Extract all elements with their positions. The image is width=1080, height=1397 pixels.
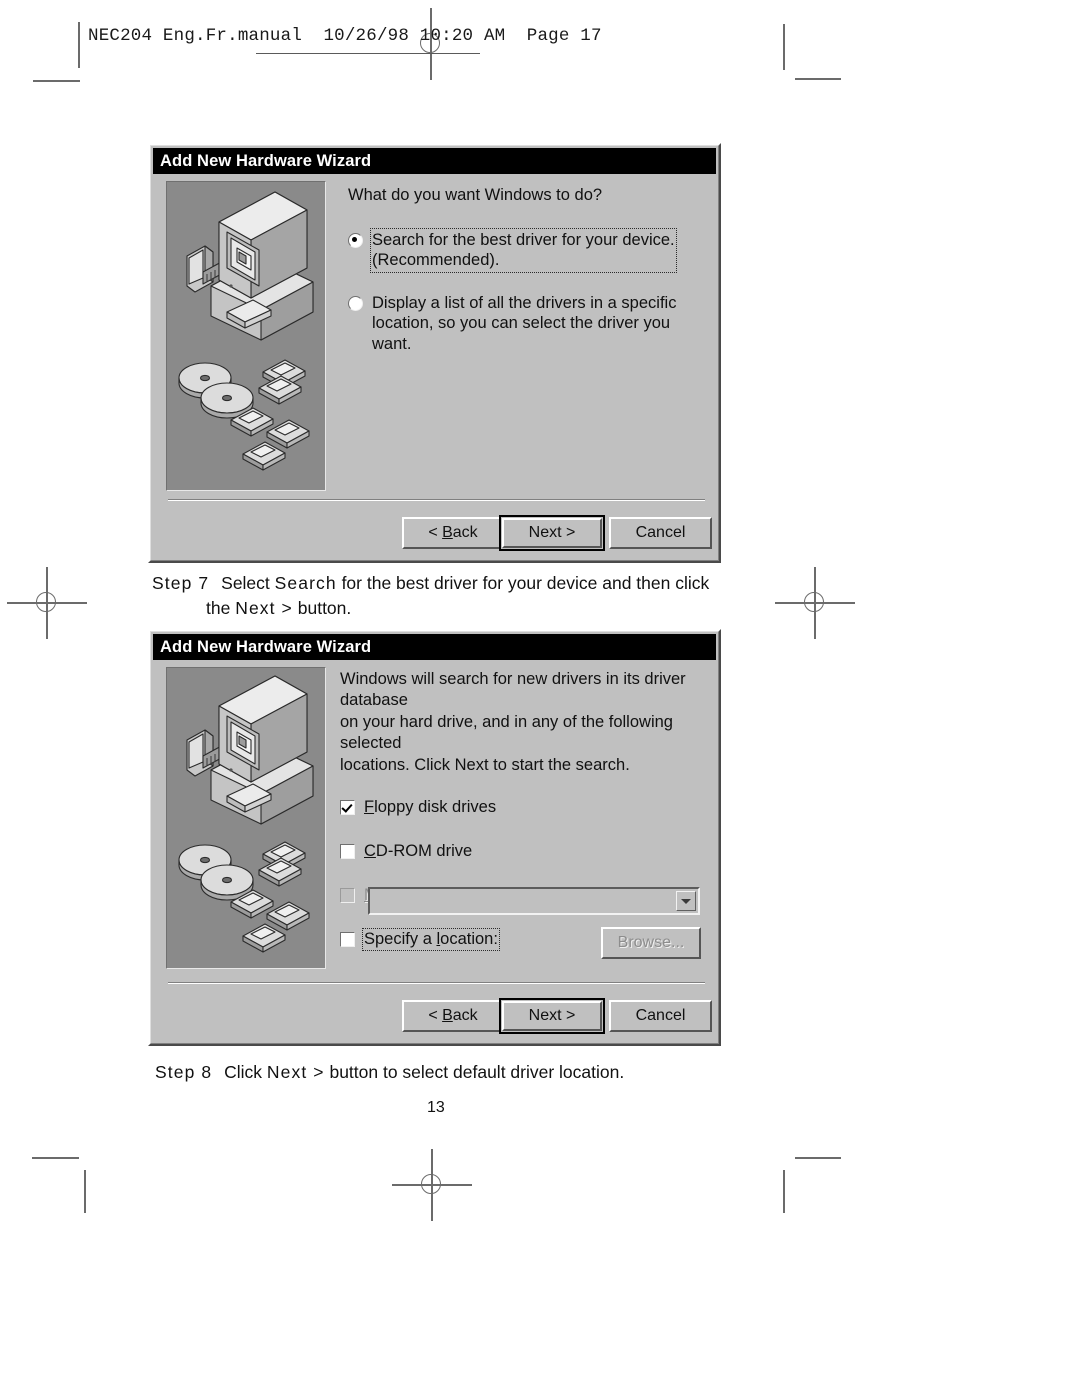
radio-button-unselected-icon[interactable] [348, 295, 363, 311]
computer-and-media-illustration [167, 182, 325, 490]
registration-mark-circle [804, 592, 824, 612]
checkbox-unchecked-icon[interactable] [340, 932, 355, 948]
dialog-1-prompt: What do you want Windows to do? [348, 186, 603, 204]
crop-mark-top-left-horizontal [33, 80, 80, 82]
dialog-1-separator [168, 499, 705, 501]
dialog-2-next-label: Next > [528, 1007, 576, 1024]
dialog-1-next-button[interactable]: Next > [499, 515, 605, 551]
crop-mark-top-left-vertical [78, 22, 80, 68]
checkbox-label-cd-rom-drive: CD-ROM drive [364, 842, 473, 861]
registration-mark-circle [36, 592, 56, 612]
crop-mark-bottom-right-horizontal [795, 1157, 841, 1159]
dialog-2-next-face: Next > [502, 1001, 602, 1031]
dialog-1-content: What do you want Windows to do? Search f… [348, 185, 698, 354]
step-7-caption: Step 7 Select Search for the best driver… [152, 571, 732, 621]
location-combobox-value[interactable] [370, 889, 698, 892]
page-header-underline [256, 53, 480, 55]
dialog-1-back-label: < Back [428, 524, 478, 541]
dialog-1-title: Add New Hardware Wizard [160, 151, 372, 170]
crop-mark-bottom-left-horizontal [32, 1157, 79, 1159]
dialog-1-back-button[interactable]: < Back [402, 517, 504, 549]
browse-button-label: Browse... [617, 934, 685, 951]
radio-option-label-search-best-driver: Search for the best driver for your devi… [370, 227, 677, 273]
checkbox-label-floppy-disk-drives: Floppy disk drives [364, 798, 497, 817]
page-number: 13 [427, 1099, 445, 1116]
dialog-2-next-button[interactable]: Next > [499, 998, 605, 1034]
registration-mark-left-middle [7, 567, 87, 639]
checkbox-floppy-disk-drives[interactable]: Floppy disk drives [340, 798, 708, 817]
wizard-illustration-panel-1 [166, 181, 326, 491]
crop-mark-bottom-left-vertical [84, 1170, 86, 1213]
dialog-1-cancel-button[interactable]: Cancel [609, 517, 712, 549]
checkbox-label-specify-a-location: Specify a location: [362, 928, 500, 952]
registration-mark-circle [421, 1174, 441, 1194]
registration-mark-right-middle [775, 567, 855, 639]
dialog-2-cancel-button[interactable]: Cancel [609, 1000, 712, 1032]
checkbox-unchecked-icon[interactable] [340, 844, 355, 860]
step-8-text: Click Next > button to select default dr… [224, 1062, 625, 1082]
checkbox-disabled-icon [340, 888, 355, 904]
browse-button: Browse... [601, 927, 701, 959]
location-combobox[interactable] [368, 887, 700, 915]
registration-mark-bottom-center [392, 1149, 472, 1221]
dialog-2-back-button[interactable]: < Back [402, 1000, 504, 1032]
chevron-down-icon[interactable] [676, 891, 696, 911]
radio-option-search-best-driver[interactable]: Search for the best driver for your devi… [348, 227, 698, 273]
dialog-2-back-label: < Back [428, 1007, 478, 1024]
dialog-1-next-face: Next > [502, 518, 602, 548]
dialog-2-title: Add New Hardware Wizard [160, 637, 372, 656]
checkbox-checked-icon[interactable] [340, 800, 355, 816]
dialog-2-title-bar[interactable]: Add New Hardware Wizard [153, 634, 716, 660]
radio-option-display-list[interactable]: Display a list of all the drivers in a s… [348, 293, 698, 354]
step-7-label: Step 7 [152, 573, 210, 593]
crop-mark-bottom-right-vertical [783, 1170, 785, 1213]
radio-option-label-display-list: Display a list of all the drivers in a s… [372, 293, 677, 353]
dialog-2-prompt: Windows will search for new drivers in i… [340, 670, 686, 774]
page-header-text: NEC204 Eng.Fr.manual 10/26/98 10:20 AM P… [88, 26, 602, 46]
dialog-1-next-label: Next > [528, 524, 576, 541]
radio-button-selected-icon[interactable] [348, 232, 363, 248]
crop-mark-top-right-vertical [783, 24, 785, 70]
crop-mark-top-right-horizontal [795, 78, 841, 80]
add-new-hardware-wizard-dialog-2: Add New Hardware Wizard Windows will sea… [148, 629, 721, 1046]
add-new-hardware-wizard-dialog-1: Add New Hardware Wizard What do you want… [148, 143, 721, 563]
dialog-1-title-bar[interactable]: Add New Hardware Wizard [153, 148, 716, 174]
dialog-2-separator [168, 982, 705, 984]
dialog-1-cancel-label: Cancel [635, 524, 686, 541]
dialog-2-cancel-label: Cancel [635, 1007, 686, 1024]
computer-and-media-illustration [167, 668, 325, 968]
step-8-caption: Step 8 Click Next > button to select def… [155, 1060, 755, 1085]
step-7-text: Select Search for the best driver for yo… [206, 573, 710, 618]
wizard-illustration-panel-2 [166, 667, 326, 969]
step-8-label: Step 8 [155, 1062, 213, 1082]
checkbox-cd-rom-drive[interactable]: CD-ROM drive [340, 842, 708, 861]
